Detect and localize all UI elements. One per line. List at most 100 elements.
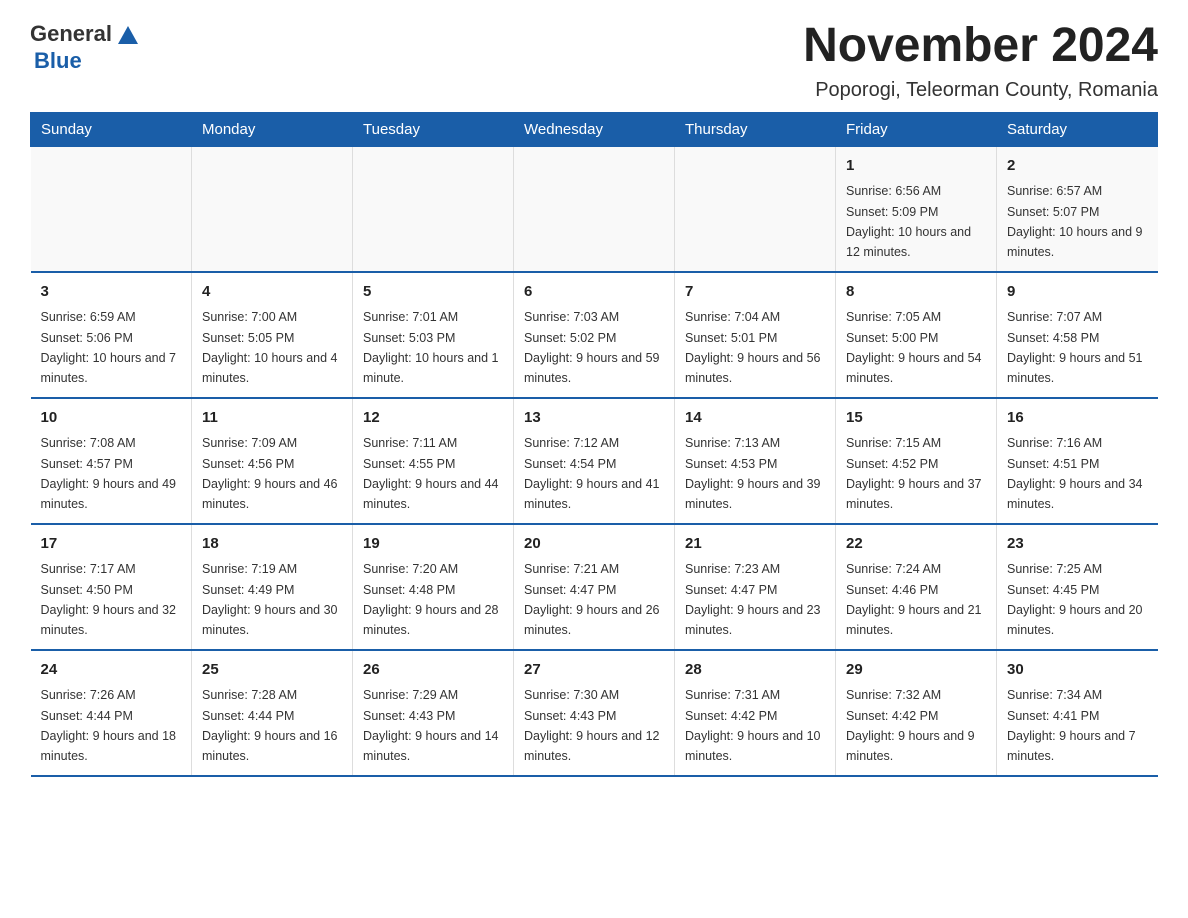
calendar-cell: 27 Sunrise: 7:30 AMSunset: 4:43 PMDayligh…	[514, 650, 675, 776]
calendar-header-saturday: Saturday	[997, 112, 1158, 146]
day-info: Sunrise: 7:16 AMSunset: 4:51 PMDaylight:…	[1007, 436, 1143, 511]
day-info: Sunrise: 7:29 AMSunset: 4:43 PMDaylight:…	[363, 688, 499, 763]
day-info: Sunrise: 7:07 AMSunset: 4:58 PMDaylight:…	[1007, 310, 1143, 385]
calendar-header-thursday: Thursday	[675, 112, 836, 146]
calendar-cell: 14 Sunrise: 7:13 AMSunset: 4:53 PMDayligh…	[675, 398, 836, 524]
calendar-cell: 20 Sunrise: 7:21 AMSunset: 4:47 PMDayligh…	[514, 524, 675, 650]
day-number: 5	[363, 281, 503, 304]
day-info: Sunrise: 6:57 AMSunset: 5:07 PMDaylight:…	[1007, 184, 1143, 259]
calendar-cell: 12 Sunrise: 7:11 AMSunset: 4:55 PMDayligh…	[353, 398, 514, 524]
day-info: Sunrise: 6:59 AMSunset: 5:06 PMDaylight:…	[41, 310, 177, 385]
day-number: 20	[524, 533, 664, 556]
day-number: 25	[202, 659, 342, 682]
calendar-week-row: 24 Sunrise: 7:26 AMSunset: 4:44 PMDayligh…	[31, 650, 1158, 776]
day-number: 28	[685, 659, 825, 682]
main-title: November 2024	[803, 20, 1158, 73]
day-info: Sunrise: 7:01 AMSunset: 5:03 PMDaylight:…	[363, 310, 499, 385]
day-info: Sunrise: 7:15 AMSunset: 4:52 PMDaylight:…	[846, 436, 982, 511]
day-info: Sunrise: 6:56 AMSunset: 5:09 PMDaylight:…	[846, 184, 971, 259]
day-info: Sunrise: 7:03 AMSunset: 5:02 PMDaylight:…	[524, 310, 660, 385]
day-number: 27	[524, 659, 664, 682]
calendar-cell: 22 Sunrise: 7:24 AMSunset: 4:46 PMDayligh…	[836, 524, 997, 650]
calendar-cell: 18 Sunrise: 7:19 AMSunset: 4:49 PMDayligh…	[192, 524, 353, 650]
calendar-header-friday: Friday	[836, 112, 997, 146]
day-info: Sunrise: 7:26 AMSunset: 4:44 PMDaylight:…	[41, 688, 177, 763]
day-number: 4	[202, 281, 342, 304]
calendar-cell: 25 Sunrise: 7:28 AMSunset: 4:44 PMDayligh…	[192, 650, 353, 776]
calendar-header-row: SundayMondayTuesdayWednesdayThursdayFrid…	[31, 112, 1158, 146]
calendar-week-row: 10Sunrise: 7:08 AMSunset: 4:57 PMDayligh…	[31, 398, 1158, 524]
day-info: Sunrise: 7:05 AMSunset: 5:00 PMDaylight:…	[846, 310, 982, 385]
day-number: 24	[41, 659, 182, 682]
day-info: Sunrise: 7:34 AMSunset: 4:41 PMDaylight:…	[1007, 688, 1136, 763]
logo: General Blue	[30, 20, 142, 74]
calendar-cell: 10Sunrise: 7:08 AMSunset: 4:57 PMDayligh…	[31, 398, 192, 524]
day-info: Sunrise: 7:31 AMSunset: 4:42 PMDaylight:…	[685, 688, 821, 763]
calendar-cell	[192, 146, 353, 272]
calendar-cell: 8Sunrise: 7:05 AMSunset: 5:00 PMDaylight…	[836, 272, 997, 398]
calendar-cell	[514, 146, 675, 272]
calendar-cell: 3 Sunrise: 6:59 AMSunset: 5:06 PMDaylight…	[31, 272, 192, 398]
calendar-cell: 7 Sunrise: 7:04 AMSunset: 5:01 PMDaylight…	[675, 272, 836, 398]
day-info: Sunrise: 7:28 AMSunset: 4:44 PMDaylight:…	[202, 688, 338, 763]
day-info: Sunrise: 7:30 AMSunset: 4:43 PMDaylight:…	[524, 688, 660, 763]
day-number: 18	[202, 533, 342, 556]
day-number: 12	[363, 407, 503, 430]
day-number: 3	[41, 281, 182, 304]
calendar-cell: 9Sunrise: 7:07 AMSunset: 4:58 PMDaylight…	[997, 272, 1158, 398]
day-info: Sunrise: 7:09 AMSunset: 4:56 PMDaylight:…	[202, 436, 338, 511]
day-number: 14	[685, 407, 825, 430]
day-number: 16	[1007, 407, 1148, 430]
day-number: 15	[846, 407, 986, 430]
page-header: General Blue November 2024 Poporogi, Tel…	[30, 20, 1158, 102]
calendar-cell: 11 Sunrise: 7:09 AMSunset: 4:56 PMDayligh…	[192, 398, 353, 524]
calendar-week-row: 3 Sunrise: 6:59 AMSunset: 5:06 PMDaylight…	[31, 272, 1158, 398]
day-info: Sunrise: 7:00 AMSunset: 5:05 PMDaylight:…	[202, 310, 338, 385]
logo-blue-text: Blue	[34, 48, 82, 74]
day-info: Sunrise: 7:12 AMSunset: 4:54 PMDaylight:…	[524, 436, 660, 511]
day-info: Sunrise: 7:24 AMSunset: 4:46 PMDaylight:…	[846, 562, 982, 637]
day-number: 21	[685, 533, 825, 556]
day-info: Sunrise: 7:13 AMSunset: 4:53 PMDaylight:…	[685, 436, 821, 511]
day-info: Sunrise: 7:19 AMSunset: 4:49 PMDaylight:…	[202, 562, 338, 637]
calendar-cell	[31, 146, 192, 272]
calendar-cell: 17 Sunrise: 7:17 AMSunset: 4:50 PMDayligh…	[31, 524, 192, 650]
calendar-cell: 5 Sunrise: 7:01 AMSunset: 5:03 PMDaylight…	[353, 272, 514, 398]
calendar-header-tuesday: Tuesday	[353, 112, 514, 146]
day-number: 17	[41, 533, 182, 556]
calendar-cell: 26Sunrise: 7:29 AMSunset: 4:43 PMDayligh…	[353, 650, 514, 776]
day-info: Sunrise: 7:11 AMSunset: 4:55 PMDaylight:…	[363, 436, 499, 511]
calendar-cell: 23 Sunrise: 7:25 AMSunset: 4:45 PMDayligh…	[997, 524, 1158, 650]
calendar-cell: 16 Sunrise: 7:16 AMSunset: 4:51 PMDayligh…	[997, 398, 1158, 524]
day-info: Sunrise: 7:04 AMSunset: 5:01 PMDaylight:…	[685, 310, 821, 385]
calendar-week-row: 1 Sunrise: 6:56 AMSunset: 5:09 PMDaylight…	[31, 146, 1158, 272]
calendar-cell: 15 Sunrise: 7:15 AMSunset: 4:52 PMDayligh…	[836, 398, 997, 524]
day-number: 11	[202, 407, 342, 430]
day-number: 13	[524, 407, 664, 430]
logo-triangle-icon	[114, 20, 142, 48]
day-number: 23	[1007, 533, 1148, 556]
calendar-cell: 24 Sunrise: 7:26 AMSunset: 4:44 PMDayligh…	[31, 650, 192, 776]
day-number: 1	[846, 155, 986, 178]
calendar-cell: 6 Sunrise: 7:03 AMSunset: 5:02 PMDaylight…	[514, 272, 675, 398]
day-number: 22	[846, 533, 986, 556]
day-info: Sunrise: 7:32 AMSunset: 4:42 PMDaylight:…	[846, 688, 975, 763]
calendar-table: SundayMondayTuesdayWednesdayThursdayFrid…	[30, 112, 1158, 777]
day-info: Sunrise: 7:17 AMSunset: 4:50 PMDaylight:…	[41, 562, 177, 637]
day-info: Sunrise: 7:20 AMSunset: 4:48 PMDaylight:…	[363, 562, 499, 637]
calendar-header-wednesday: Wednesday	[514, 112, 675, 146]
calendar-cell: 21 Sunrise: 7:23 AMSunset: 4:47 PMDayligh…	[675, 524, 836, 650]
day-number: 7	[685, 281, 825, 304]
calendar-week-row: 17 Sunrise: 7:17 AMSunset: 4:50 PMDayligh…	[31, 524, 1158, 650]
logo-general-text: General	[30, 21, 112, 47]
calendar-cell: 1 Sunrise: 6:56 AMSunset: 5:09 PMDaylight…	[836, 146, 997, 272]
calendar-cell: 30 Sunrise: 7:34 AMSunset: 4:41 PMDayligh…	[997, 650, 1158, 776]
day-number: 30	[1007, 659, 1148, 682]
calendar-header-monday: Monday	[192, 112, 353, 146]
day-info: Sunrise: 7:23 AMSunset: 4:47 PMDaylight:…	[685, 562, 821, 637]
day-info: Sunrise: 7:25 AMSunset: 4:45 PMDaylight:…	[1007, 562, 1143, 637]
subtitle: Poporogi, Teleorman County, Romania	[803, 79, 1158, 102]
day-number: 6	[524, 281, 664, 304]
day-info: Sunrise: 7:21 AMSunset: 4:47 PMDaylight:…	[524, 562, 660, 637]
calendar-cell: 2Sunrise: 6:57 AMSunset: 5:07 PMDaylight…	[997, 146, 1158, 272]
